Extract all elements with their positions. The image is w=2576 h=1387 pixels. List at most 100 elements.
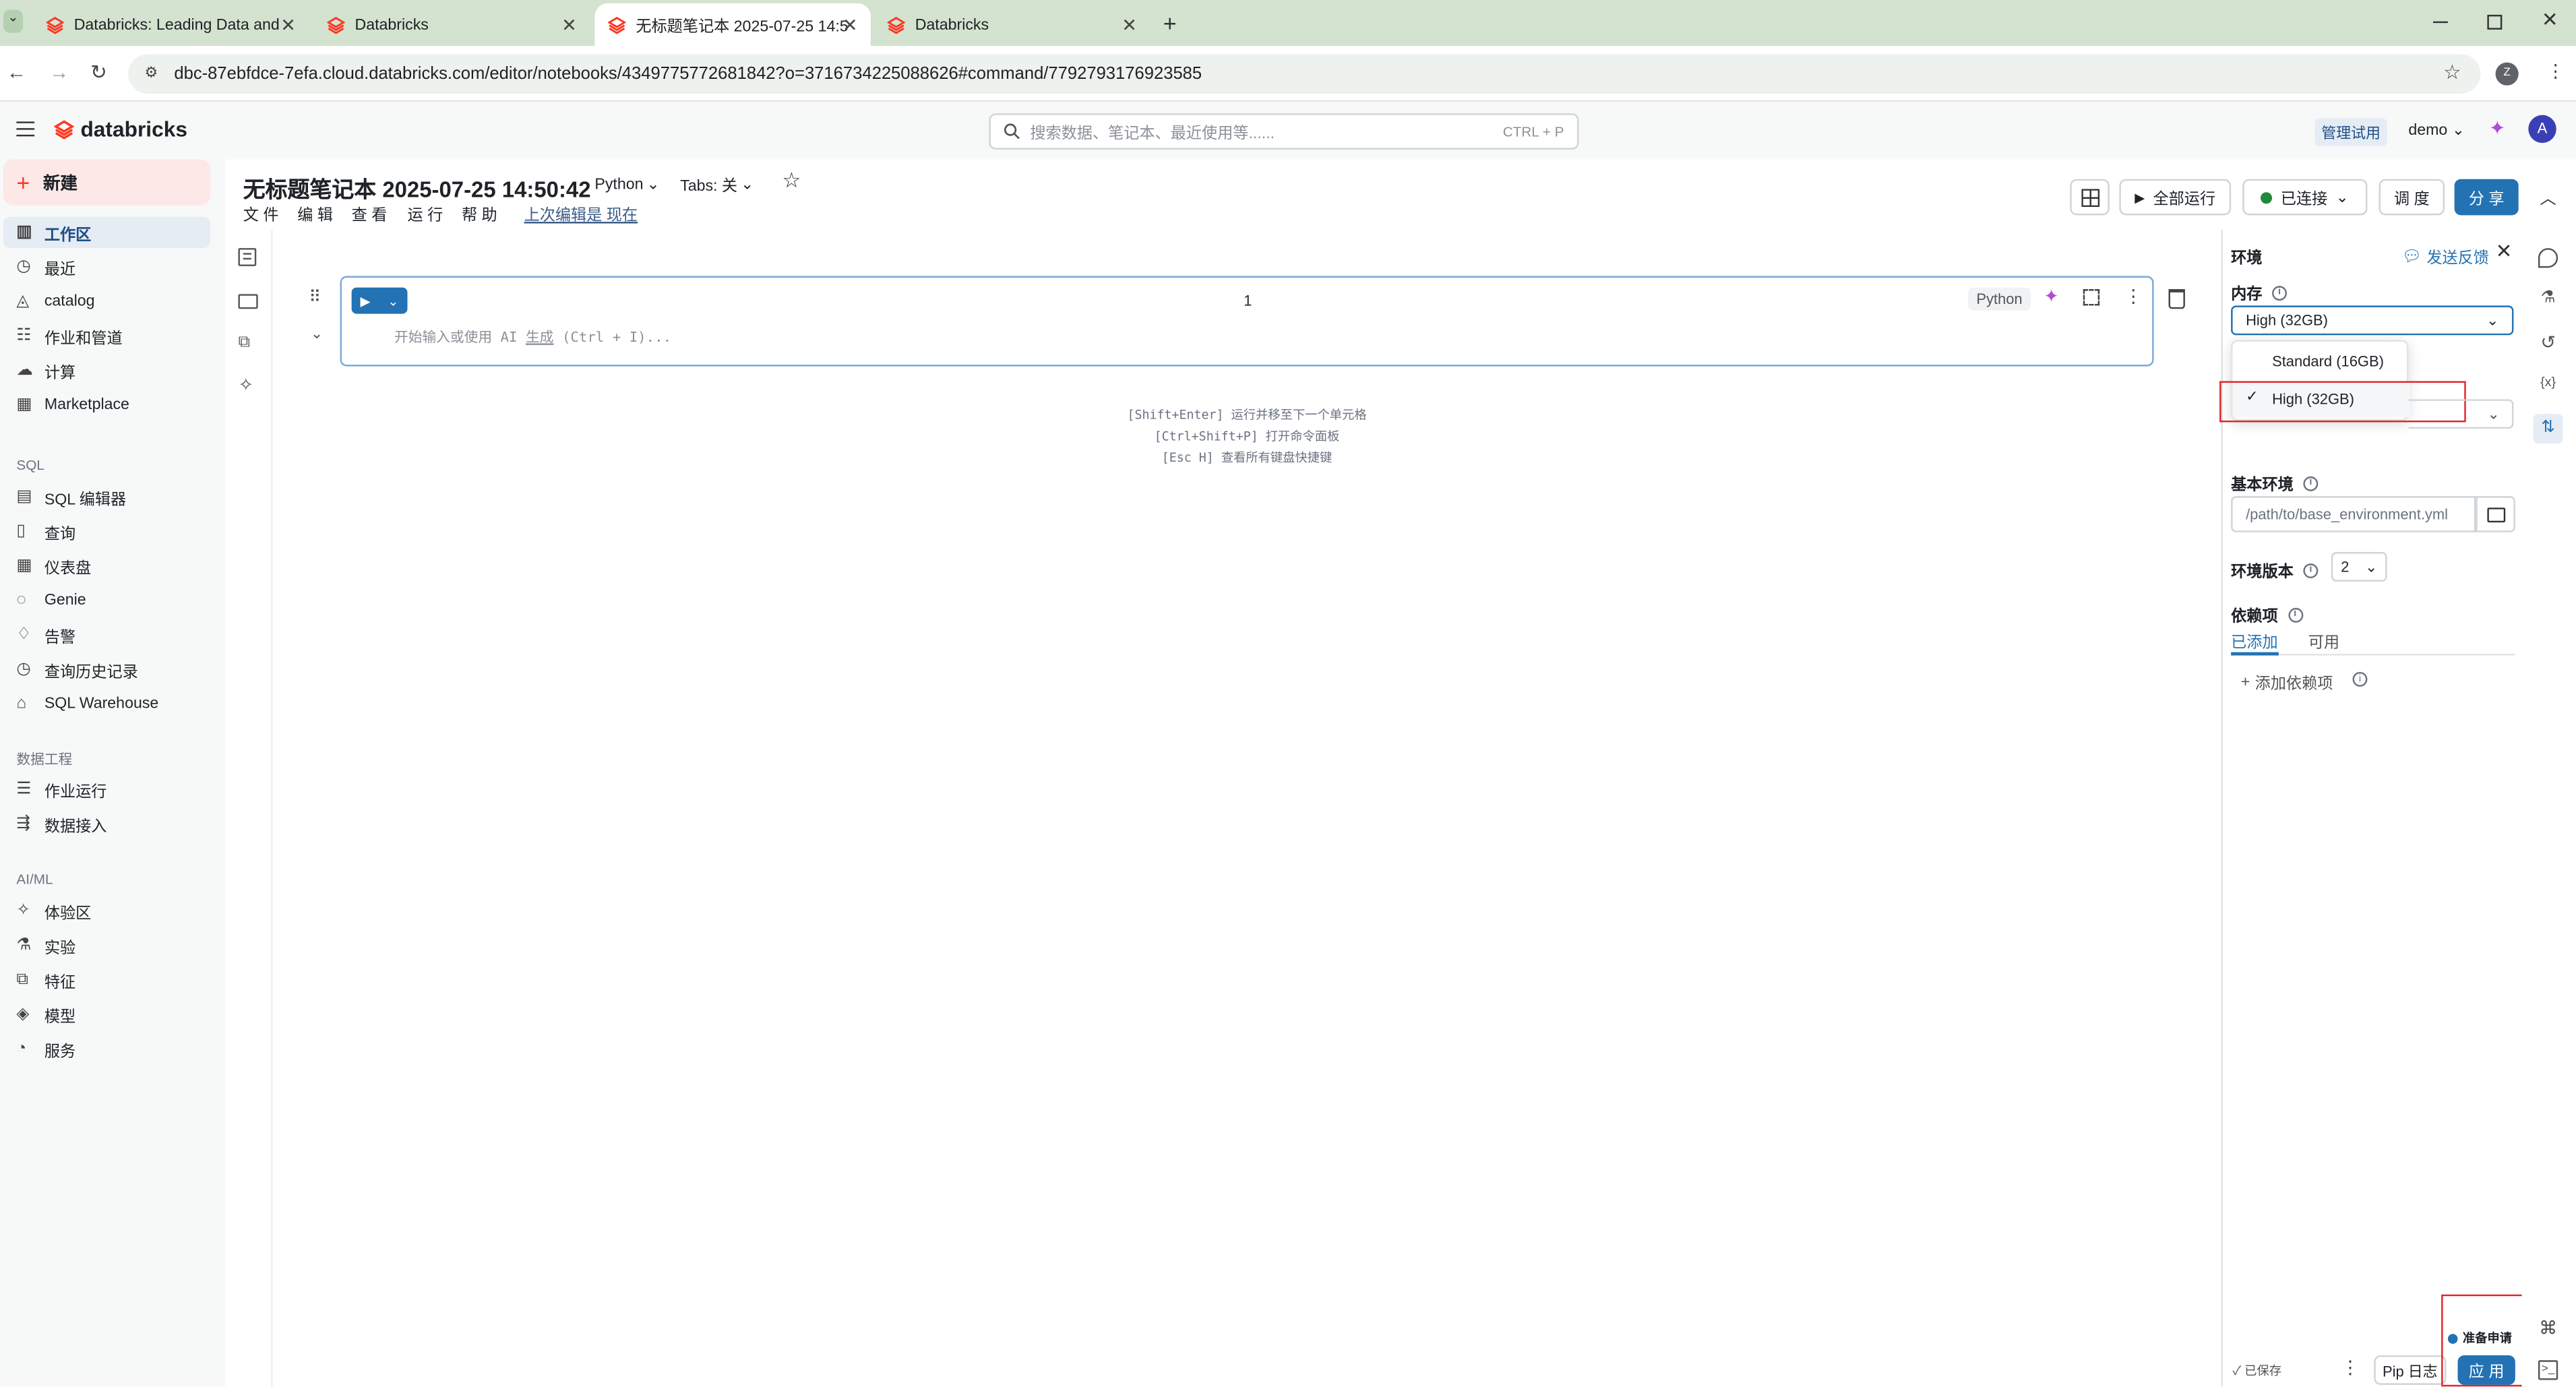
tabs-toggle[interactable]: Tabs: 关 ⌄ (673, 171, 760, 197)
folder-icon[interactable] (238, 294, 258, 309)
sidebar-item[interactable]: ♢ 告警 (3, 619, 210, 650)
more-actions-icon[interactable]: ⋮ (2341, 1357, 2359, 1378)
cell-placeholder[interactable]: 开始输入或使用 AI 生成 (Ctrl + I)... (394, 327, 671, 346)
cell-fullscreen-icon[interactable] (2083, 289, 2100, 306)
sidebar-item[interactable]: ▦ Marketplace (3, 390, 210, 421)
menu-view[interactable]: 查 看 (352, 202, 388, 225)
menu-file[interactable]: 文 件 (243, 202, 279, 225)
layout-toggle-button[interactable] (2070, 179, 2110, 216)
comments-icon[interactable] (2538, 248, 2558, 268)
sidebar-item[interactable]: ☁ 计算 (3, 355, 210, 386)
sidebar-item[interactable]: ⌂ SQL Warehouse (3, 688, 210, 719)
sidebar-item[interactable]: ⧉ 特征 (3, 964, 210, 995)
cell-collapse-chevron-icon[interactable]: ⌄ (311, 326, 323, 344)
forward-icon[interactable]: → (49, 61, 69, 84)
menu-run[interactable]: 运 行 (408, 202, 443, 225)
sidebar-item[interactable]: ▯ 查询 (3, 516, 210, 547)
bookmark-star-icon[interactable]: ☆ (2443, 61, 2461, 84)
cell-drag-handle-icon[interactable]: ⠿ (309, 289, 321, 307)
tab-added[interactable]: 已添加 (2231, 629, 2278, 656)
sidebar-item[interactable]: ▦ 仪表盘 (3, 551, 210, 582)
environment-sliders-icon[interactable]: ⇅ (2533, 414, 2563, 444)
menu-edit[interactable]: 编 辑 (297, 202, 333, 225)
back-icon[interactable]: ← (7, 61, 26, 84)
language-selector[interactable]: Python ⌄ (588, 171, 667, 197)
tab-available[interactable]: 可用 (2308, 629, 2339, 652)
command-key-icon[interactable]: ⌘ (2538, 1318, 2558, 1338)
close-panel-icon[interactable]: ✕ (2496, 240, 2513, 263)
add-dependency-button[interactable]: + 添加依赖项 (2241, 671, 2333, 693)
collapse-header-icon[interactable]: ︿ (2540, 184, 2556, 209)
sidebar-item[interactable]: ▥ 工作区 (3, 216, 210, 249)
tab-search-button[interactable]: ⌄ (3, 9, 24, 33)
assistant-icon[interactable]: ✧ (238, 375, 253, 396)
profile-avatar[interactable]: Z (2495, 62, 2519, 86)
base-env-input[interactable]: /path/to/base_environment.yml (2231, 496, 2476, 532)
history-icon[interactable]: ↺ (2538, 332, 2558, 353)
pip-log-button[interactable]: Pip 日志 (2374, 1355, 2447, 1385)
restore-icon[interactable] (2487, 14, 2503, 30)
variables-icon[interactable]: {x} (2538, 375, 2558, 394)
delete-cell-icon[interactable] (2168, 289, 2185, 309)
new-tab-icon[interactable]: + (1163, 10, 1177, 36)
sidebar-item[interactable]: ☰ 作业运行 (3, 774, 210, 805)
sidebar-item[interactable]: ◌ Genie (3, 585, 210, 616)
cell-more-icon[interactable]: ⋮ (2124, 286, 2143, 307)
admin-trial-badge[interactable]: 管理试用 (2314, 118, 2387, 146)
table-of-contents-icon[interactable] (238, 248, 257, 266)
sidebar-item[interactable]: ⚗ 实验 (3, 930, 210, 961)
workspace-menu[interactable]: demo ⌄ (2408, 121, 2465, 140)
browse-folder-button[interactable] (2476, 496, 2515, 532)
sidebar-item[interactable]: ◷ 最近 (3, 251, 210, 282)
option-standard[interactable]: Standard (16GB) (2233, 343, 2410, 379)
browser-tab[interactable]: Databricks ✕ (874, 3, 1151, 46)
app-logo[interactable]: databricks (54, 117, 187, 142)
minimize-icon[interactable] (2432, 21, 2448, 24)
sidebar-item[interactable]: ◈ 模型 (3, 999, 210, 1030)
env-version-select[interactable]: 2 ⌄ (2331, 552, 2387, 582)
share-button[interactable]: 分 享 (2454, 179, 2519, 216)
sidebar-item[interactable]: ✧ 体验区 (3, 895, 210, 926)
last-edit-link[interactable]: 上次编辑是 现在 (524, 202, 638, 225)
schedule-button[interactable]: 调 度 (2379, 179, 2445, 216)
terminal-icon[interactable]: >_ (2538, 1360, 2558, 1380)
favorite-star-icon[interactable]: ☆ (782, 168, 801, 194)
info-icon[interactable]: i (2352, 671, 2368, 687)
memory-select[interactable]: High (32GB) ⌄ (2231, 305, 2514, 336)
cell-assistant-icon[interactable]: ✦ (2044, 286, 2058, 307)
browser-tab-active[interactable]: 无标题笔记本 2025-07-25 14:5 ✕ (594, 3, 871, 47)
compute-selector-button[interactable]: 已连接 ⌄ (2242, 179, 2368, 216)
site-info-icon[interactable]: ⚙ (145, 64, 158, 82)
hamburger-menu-icon[interactable] (16, 121, 35, 137)
new-button[interactable]: + 新建 (3, 159, 210, 206)
sidebar-item[interactable]: ◷ 查询历史记录 (3, 654, 210, 685)
sidebar-item[interactable]: ▤ SQL 编辑器 (3, 481, 210, 512)
ai-generate-link[interactable]: 生成 (526, 330, 553, 346)
info-icon[interactable]: i (2288, 607, 2303, 622)
assistant-sparkle-icon[interactable]: ✦ (2489, 117, 2506, 140)
address-bar[interactable]: ⚙ dbc-87ebfdce-7efa.cloud.databricks.com… (128, 54, 2481, 94)
browser-menu-icon[interactable]: ⋮ (2546, 61, 2565, 82)
user-avatar[interactable]: A (2528, 115, 2556, 144)
cell-language-badge[interactable]: Python (1968, 287, 2031, 311)
close-tab-icon[interactable]: ✕ (1122, 14, 1136, 35)
send-feedback-link[interactable]: 💬︎ 发送反馈 (2402, 245, 2489, 268)
notebook-title[interactable]: 无标题笔记本 2025-07-25 14:50:42 (243, 171, 591, 204)
sidebar-item[interactable]: ◬ catalog (3, 286, 210, 317)
code-cell[interactable]: ▶ ⌄ 1 Python ✦ ⋮ 开始输入或使用 AI 生成 (Ctrl + I)… (340, 276, 2154, 367)
menu-help[interactable]: 帮 助 (462, 202, 497, 225)
info-icon[interactable]: i (2303, 562, 2319, 578)
sidebar-item[interactable]: ◔ 服务 (3, 1033, 210, 1064)
close-tab-icon[interactable]: ✕ (842, 14, 857, 35)
info-icon[interactable]: i (2303, 475, 2319, 491)
browser-tab[interactable]: Databricks: Leading Data and ✕ (33, 3, 309, 46)
global-search-input[interactable]: 搜索数据、笔记本、最近使用等...... CTRL + P (989, 113, 1579, 150)
close-tab-icon[interactable]: ✕ (280, 14, 295, 35)
run-all-button[interactable]: ▶ 全部运行 (2119, 179, 2232, 216)
experiment-flask-icon[interactable]: ⚗ (2538, 289, 2558, 309)
info-icon[interactable]: i (2272, 284, 2288, 300)
browser-tab[interactable]: Databricks ✕ (314, 3, 590, 46)
run-cell-button[interactable]: ▶ ⌄ (351, 287, 408, 314)
close-tab-icon[interactable]: ✕ (561, 14, 576, 35)
sidebar-item[interactable]: ⇶ 数据接入 (3, 808, 210, 839)
